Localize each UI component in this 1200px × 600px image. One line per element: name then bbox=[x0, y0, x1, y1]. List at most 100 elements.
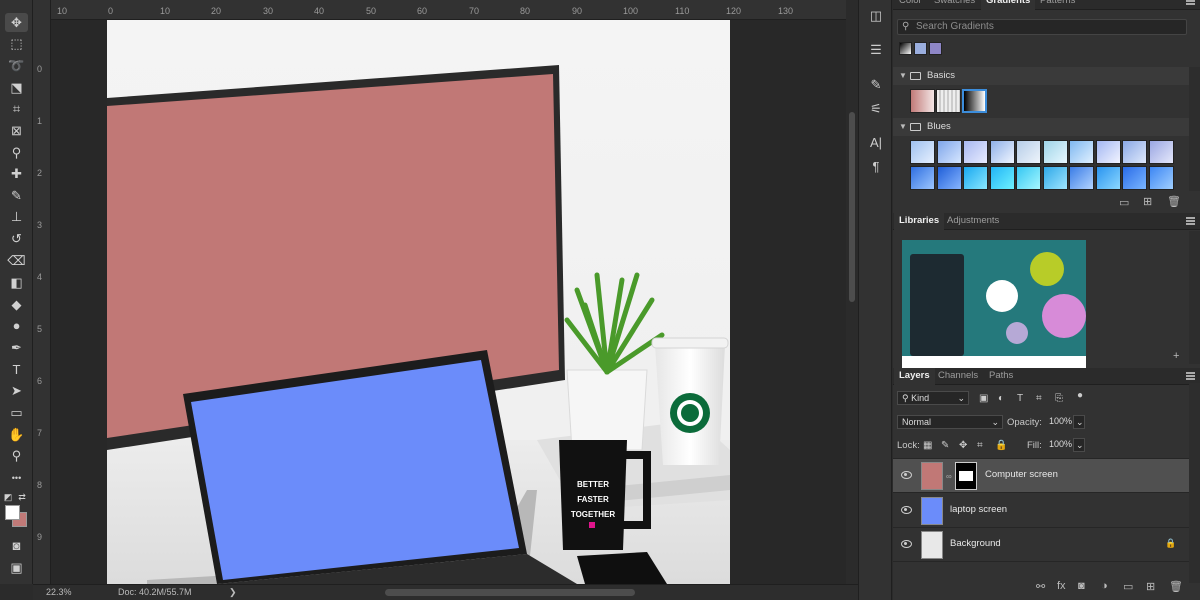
lasso-tool-icon[interactable]: ➰ bbox=[5, 56, 28, 75]
type-tool-icon[interactable]: T bbox=[5, 360, 28, 379]
blue-gradient-swatch[interactable] bbox=[910, 166, 935, 190]
delete-gradient-icon[interactable]: 🗑 bbox=[1167, 195, 1181, 208]
layer-name[interactable]: Background bbox=[950, 538, 1001, 549]
filter-smart-object-icon[interactable]: ⎘ bbox=[1055, 393, 1063, 404]
panel-menu-icon[interactable] bbox=[1186, 0, 1195, 5]
gradient-group-basics[interactable]: ▼ Basics bbox=[893, 67, 1189, 85]
add-mask-icon[interactable]: ◙ bbox=[1078, 580, 1085, 592]
blue-gradient-swatch[interactable] bbox=[936, 166, 962, 190]
blue-gradient-swatch[interactable] bbox=[1148, 166, 1174, 190]
vertical-scrollbar[interactable] bbox=[846, 0, 858, 584]
lock-position-icon[interactable]: ✥ bbox=[959, 440, 967, 451]
zoom-tool-icon[interactable]: ⚲ bbox=[5, 446, 28, 465]
rectangular-marquee-tool-icon[interactable]: ⬚ bbox=[5, 34, 28, 53]
status-menu-arrow[interactable]: ❯ bbox=[229, 587, 237, 598]
fill-field[interactable]: 100% bbox=[1045, 438, 1072, 452]
filter-type-icon[interactable]: T bbox=[1017, 393, 1023, 404]
filter-shape-icon[interactable]: ⌗ bbox=[1036, 393, 1042, 404]
blue-gradient-swatch[interactable] bbox=[963, 140, 988, 164]
blue-gradient-swatch[interactable] bbox=[963, 166, 988, 190]
chain-link-icon[interactable]: ∞ bbox=[946, 472, 952, 481]
history-panel-icon[interactable]: ◫ bbox=[867, 7, 885, 25]
horizontal-scroll-thumb[interactable] bbox=[385, 589, 635, 596]
layers-scrollbar[interactable] bbox=[1189, 383, 1200, 583]
blue-gradient-swatch[interactable] bbox=[1042, 166, 1068, 190]
quick-mask-icon[interactable]: ◙ bbox=[5, 536, 28, 555]
layer-style-icon[interactable]: fx bbox=[1057, 580, 1066, 592]
foreground-color-swatch[interactable] bbox=[5, 505, 20, 520]
tab-channels[interactable]: Channels bbox=[933, 368, 983, 385]
move-tool-icon[interactable]: ✥ bbox=[5, 13, 28, 32]
blue-gradient-swatch[interactable] bbox=[1122, 140, 1147, 164]
lock-image-icon[interactable]: ✎ bbox=[941, 440, 949, 451]
vertical-scroll-thumb[interactable] bbox=[849, 112, 855, 302]
blue-gradient-swatch[interactable] bbox=[936, 140, 962, 164]
tab-layers[interactable]: Layers bbox=[894, 368, 935, 385]
visibility-eye-icon[interactable] bbox=[901, 540, 912, 548]
tab-patterns[interactable]: Patterns bbox=[1035, 0, 1080, 10]
tab-gradients[interactable]: Gradients bbox=[981, 0, 1036, 10]
layer-name[interactable]: Computer screen bbox=[985, 469, 1058, 480]
properties-panel-icon[interactable]: ⚟ bbox=[867, 100, 885, 118]
layer-filter-select[interactable]: ⚲ Kind ⌄ bbox=[897, 391, 969, 405]
filter-toggle-icon[interactable]: ● bbox=[1077, 390, 1083, 401]
paint-bucket-tool-icon[interactable]: ◧ bbox=[5, 273, 28, 292]
blue-gradient-swatch[interactable] bbox=[1016, 166, 1041, 190]
frame-tool-icon[interactable]: ⊠ bbox=[5, 121, 28, 140]
edit-toolbar-icon[interactable]: ••• bbox=[5, 468, 28, 487]
blur-tool-icon[interactable]: ◆ bbox=[5, 295, 28, 314]
brush-tool-icon[interactable]: ✎ bbox=[5, 186, 28, 205]
layer-row-computer-screen[interactable]: ∞ Computer screen bbox=[893, 459, 1189, 493]
blue-gradient-swatch[interactable] bbox=[989, 140, 1015, 164]
hand-tool-icon[interactable]: ✋ bbox=[5, 425, 28, 444]
screen-mode-icon[interactable]: ▣ bbox=[5, 558, 28, 577]
blue-gradient-swatch[interactable] bbox=[910, 140, 935, 164]
new-group-icon[interactable]: ▭ bbox=[1119, 196, 1129, 209]
search-gradients-input[interactable]: ⚲ Search Gradients bbox=[897, 19, 1187, 35]
blue-gradient-swatch[interactable] bbox=[1122, 166, 1147, 190]
healing-brush-tool-icon[interactable]: ✚ bbox=[5, 164, 28, 183]
delete-layer-icon[interactable]: 🗑 bbox=[1169, 580, 1183, 593]
crop-tool-icon[interactable]: ⌗ bbox=[5, 99, 28, 118]
gradient-black-to-white[interactable] bbox=[962, 89, 987, 113]
history-brush-tool-icon[interactable]: ↺ bbox=[5, 229, 28, 248]
zoom-level[interactable]: 22.3% bbox=[46, 587, 72, 597]
blue-gradient-swatch[interactable] bbox=[1069, 166, 1094, 190]
libraries-scrollbar[interactable] bbox=[1189, 231, 1200, 364]
tab-color[interactable]: Color bbox=[894, 0, 927, 10]
opacity-field[interactable]: 100% bbox=[1045, 415, 1072, 429]
recent-gradient-2[interactable] bbox=[914, 42, 927, 55]
tab-swatches[interactable]: Swatches bbox=[929, 0, 980, 10]
tab-libraries[interactable]: Libraries bbox=[894, 213, 945, 230]
clone-stamp-tool-icon[interactable]: ⊥ bbox=[5, 207, 28, 226]
gradient-fg-to-bg[interactable] bbox=[910, 89, 935, 113]
new-gradient-icon[interactable]: ⊞ bbox=[1143, 195, 1152, 208]
blue-gradient-swatch[interactable] bbox=[1042, 140, 1068, 164]
filter-pixel-icon[interactable]: ▣ bbox=[979, 393, 988, 404]
gradient-group-blues[interactable]: ▼ Blues bbox=[893, 118, 1189, 136]
add-library-icon[interactable]: + bbox=[1173, 350, 1179, 362]
lock-artboard-icon[interactable]: ⌗ bbox=[977, 440, 983, 451]
panel-menu-icon[interactable] bbox=[1186, 217, 1195, 225]
adjustment-layer-icon[interactable]: ◑ bbox=[1101, 580, 1108, 592]
layer-mask-thumbnail[interactable] bbox=[955, 462, 977, 490]
blue-gradient-swatch[interactable] bbox=[1016, 140, 1041, 164]
blue-gradient-swatch[interactable] bbox=[1095, 166, 1121, 190]
filter-adjustment-icon[interactable]: ◐ bbox=[998, 393, 1004, 404]
dodge-tool-icon[interactable]: ● bbox=[5, 316, 28, 335]
blue-gradient-swatch[interactable] bbox=[1069, 140, 1094, 164]
eyedropper-tool-icon[interactable]: ⚲ bbox=[5, 143, 28, 162]
blue-gradient-swatch[interactable] bbox=[989, 166, 1015, 190]
object-selection-tool-icon[interactable]: ⬔ bbox=[5, 78, 28, 97]
recent-gradient-3[interactable] bbox=[929, 42, 942, 55]
new-group-icon[interactable]: ▭ bbox=[1123, 580, 1133, 593]
opacity-dropdown[interactable]: ⌄ bbox=[1073, 415, 1085, 429]
brush-settings-icon[interactable]: ✎ bbox=[867, 76, 885, 94]
paragraph-panel-icon[interactable]: ¶ bbox=[867, 157, 885, 175]
tab-paths[interactable]: Paths bbox=[984, 368, 1018, 385]
link-layers-icon[interactable]: ⚯ bbox=[1036, 580, 1045, 593]
adjustments-panel-icon[interactable]: ☰ bbox=[867, 41, 885, 59]
visibility-eye-icon[interactable] bbox=[901, 506, 912, 514]
eraser-tool-icon[interactable]: ⌫ bbox=[5, 251, 28, 270]
recent-gradient-1[interactable] bbox=[899, 42, 912, 55]
